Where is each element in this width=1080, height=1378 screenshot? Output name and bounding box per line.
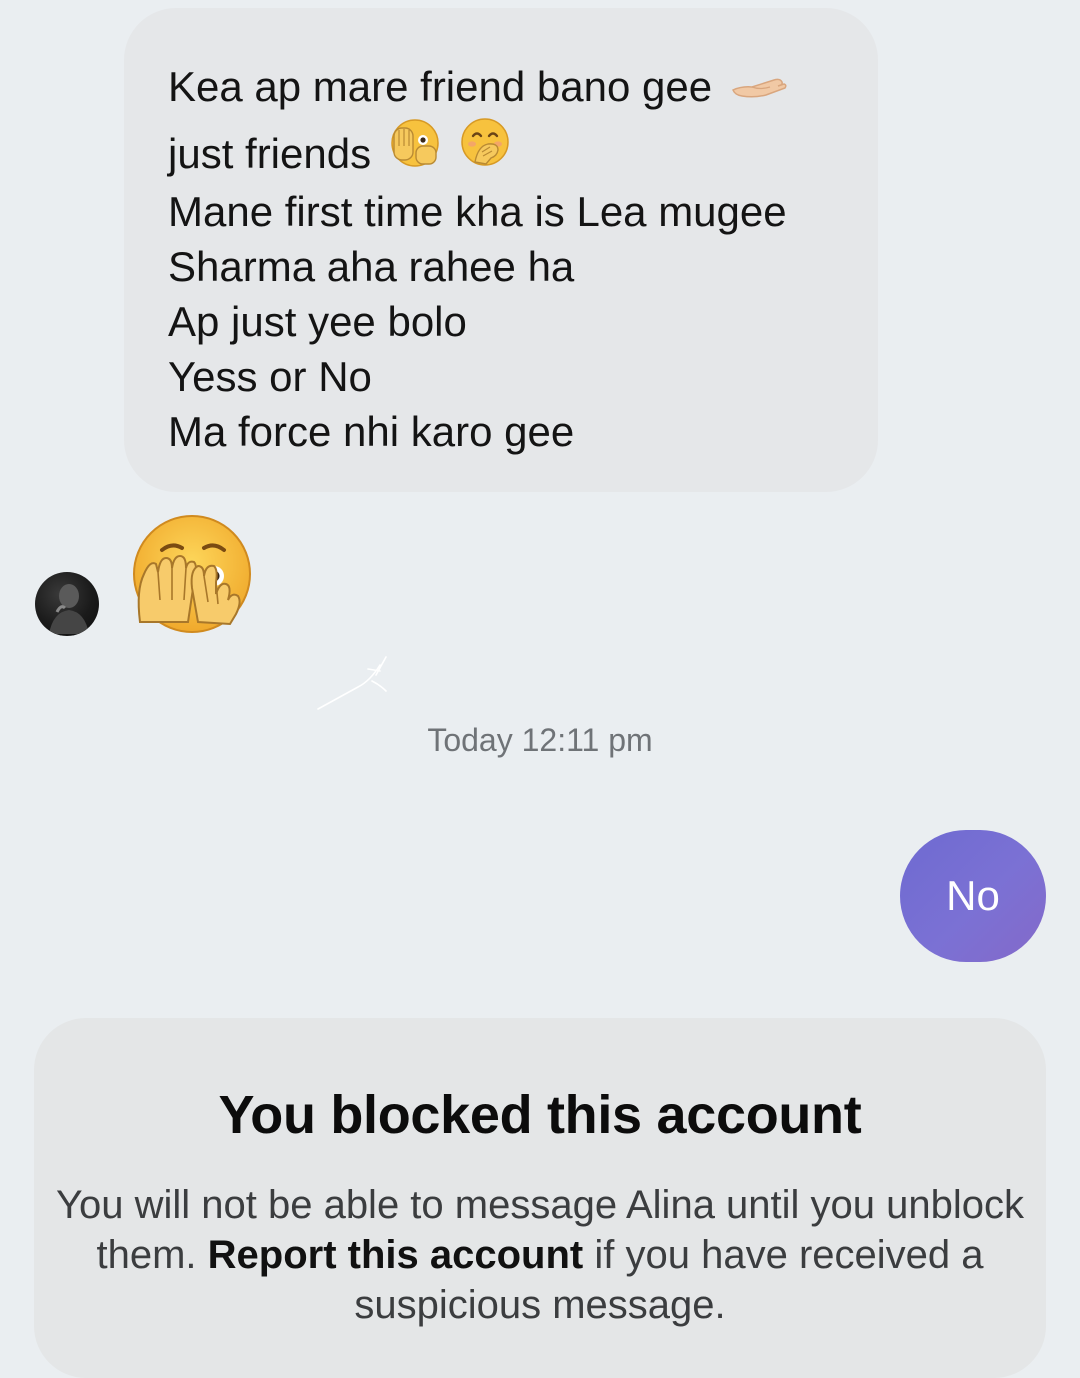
message-text: Kea ap mare friend bano gee	[168, 63, 713, 110]
message-line: Ap just yee bolo	[168, 298, 467, 345]
message-text: just friends	[168, 130, 372, 177]
face-with-hand-over-mouth-icon	[458, 116, 512, 190]
face-with-peeking-eye-icon[interactable]	[128, 510, 256, 638]
message-line: just friends	[168, 118, 878, 190]
avatar-silhouette-icon	[49, 584, 89, 634]
message-line: Kea ap mare friend bano gee	[168, 56, 878, 118]
message-text: No	[946, 872, 1000, 919]
outgoing-message-bubble[interactable]: No	[900, 830, 1046, 962]
message-timestamp: Today 12:11 pm	[427, 722, 653, 758]
avatar[interactable]	[35, 572, 99, 636]
face-with-peeking-eye-icon	[389, 116, 441, 190]
notice-body: You will not be able to message Alina un…	[34, 1180, 1046, 1330]
notice-title: You blocked this account	[218, 1085, 862, 1145]
message-line: Yess or No	[168, 353, 372, 400]
message-line: Ma force nhi karo gee	[168, 408, 575, 455]
message-line: Sharma aha rahee ha	[168, 243, 575, 290]
blocked-account-notice: You blocked this account You will not be…	[34, 1018, 1046, 1378]
incoming-message-bubble[interactable]: Kea ap mare friend bano gee just friends	[124, 8, 878, 492]
message-line: Mane first time kha is Lea mugee	[168, 188, 787, 235]
palm-up-hand-icon	[730, 55, 788, 117]
report-account-link[interactable]: Report this account	[208, 1233, 584, 1277]
sparkle-decoration-icon	[310, 645, 400, 715]
